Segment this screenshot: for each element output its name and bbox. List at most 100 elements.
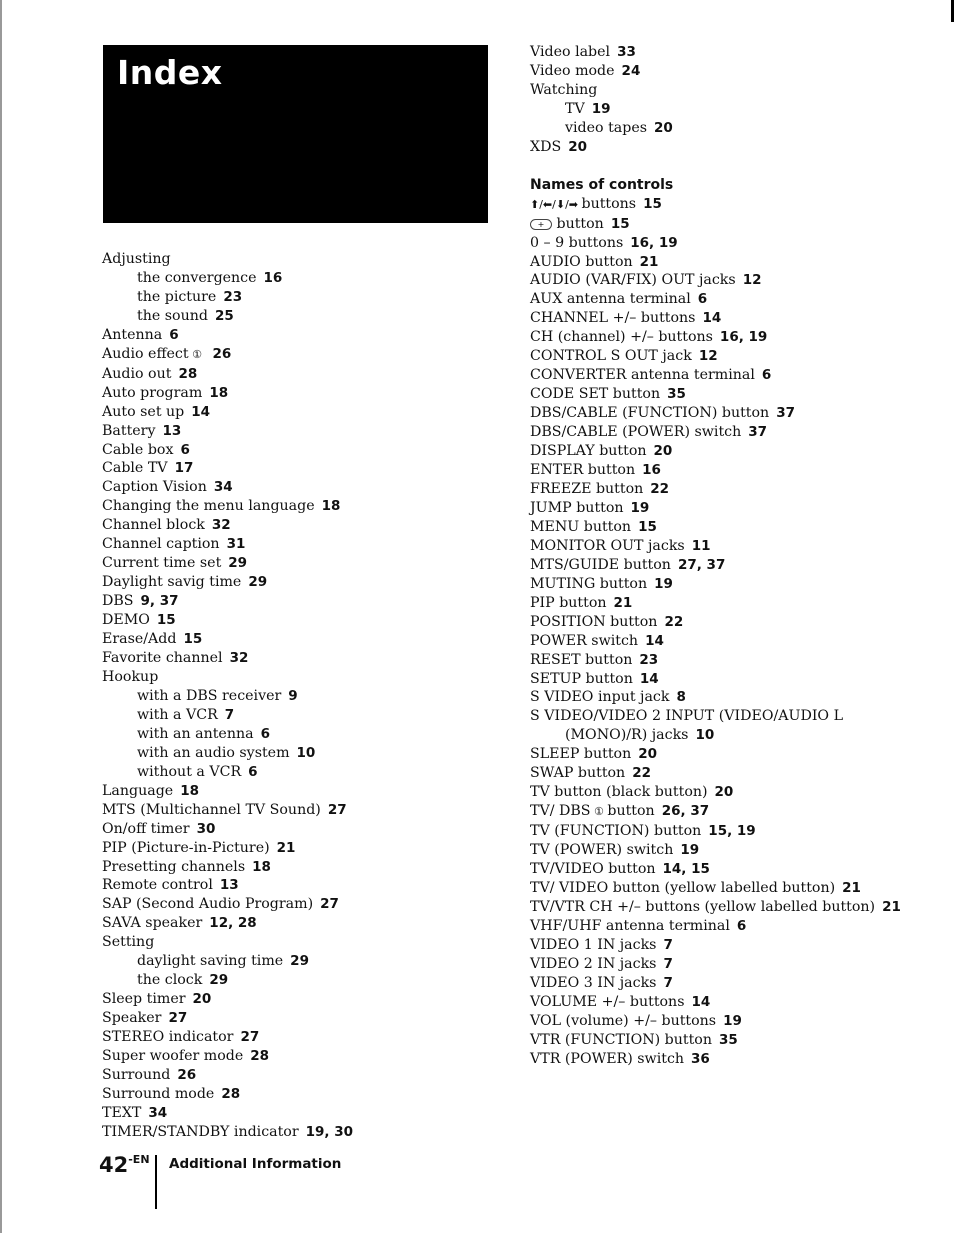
page-reference[interactable]: 15: [611, 216, 630, 232]
page-reference[interactable]: 27: [328, 802, 347, 818]
page-reference[interactable]: 6: [248, 764, 257, 780]
page-reference[interactable]: 21: [640, 254, 659, 270]
page-reference[interactable]: 33: [617, 44, 636, 60]
index-term: daylight saving time: [137, 953, 284, 970]
page-reference[interactable]: 19: [654, 576, 673, 592]
page-reference[interactable]: 7: [225, 707, 234, 723]
page-reference[interactable]: 21: [614, 595, 633, 611]
page-reference[interactable]: 20: [715, 784, 734, 800]
page-reference[interactable]: 7: [663, 956, 672, 972]
page-reference[interactable]: 6: [261, 726, 270, 742]
page-reference[interactable]: 14: [640, 671, 659, 687]
page-reference[interactable]: 23: [223, 289, 242, 305]
page-reference[interactable]: 13: [220, 877, 239, 893]
page-reference[interactable]: 19: [723, 1013, 742, 1029]
page-reference[interactable]: 27: [240, 1029, 259, 1045]
page-reference[interactable]: 34: [214, 479, 233, 495]
page-reference[interactable]: 21: [882, 899, 901, 915]
page-reference[interactable]: 32: [212, 517, 231, 533]
page-reference[interactable]: 15, 19: [708, 823, 755, 839]
page-reference[interactable]: 19: [631, 500, 650, 516]
page-reference[interactable]: 29: [248, 574, 267, 590]
page-reference[interactable]: 31: [227, 536, 246, 552]
page-reference[interactable]: 19: [592, 101, 611, 117]
page-reference[interactable]: 18: [322, 498, 341, 514]
index-term: Channel caption: [102, 536, 220, 553]
page-reference[interactable]: 20: [654, 443, 673, 459]
page-reference[interactable]: 7: [663, 937, 672, 953]
page-reference[interactable]: 20: [638, 746, 657, 762]
page-reference[interactable]: 26: [177, 1067, 196, 1083]
page-reference[interactable]: 27: [320, 896, 339, 912]
page-reference[interactable]: 6: [762, 367, 771, 383]
page-reference[interactable]: 12: [699, 348, 718, 364]
page-reference[interactable]: 15: [643, 196, 662, 212]
page-reference[interactable]: 16, 19: [630, 235, 677, 251]
page-reference[interactable]: 22: [664, 614, 683, 630]
page-reference[interactable]: 19, 30: [306, 1124, 353, 1140]
page-reference[interactable]: 6: [169, 327, 178, 343]
page-reference[interactable]: 27, 37: [678, 557, 725, 573]
page-reference[interactable]: 32: [230, 650, 249, 666]
page-reference[interactable]: 19: [680, 842, 699, 858]
page-reference[interactable]: 6: [737, 918, 746, 934]
page-reference[interactable]: 10: [297, 745, 316, 761]
page-reference[interactable]: 25: [215, 308, 234, 324]
page-reference[interactable]: 28: [178, 366, 197, 382]
page-reference[interactable]: 8: [676, 689, 685, 705]
page-reference[interactable]: 20: [654, 120, 673, 136]
page-reference[interactable]: 9: [288, 688, 297, 704]
page-reference[interactable]: 22: [650, 481, 669, 497]
index-entry: Video mode 24: [530, 62, 950, 81]
page-reference[interactable]: 20: [568, 139, 587, 155]
page-reference[interactable]: 28: [250, 1048, 269, 1064]
page-reference[interactable]: 21: [842, 880, 861, 896]
page-reference[interactable]: 23: [639, 652, 658, 668]
page-reference[interactable]: 22: [632, 765, 651, 781]
page-reference[interactable]: 15: [183, 631, 202, 647]
page-reference[interactable]: 15: [638, 519, 657, 535]
page-reference[interactable]: 28: [221, 1086, 240, 1102]
page-reference[interactable]: 34: [148, 1105, 167, 1121]
page-reference[interactable]: 29: [209, 972, 228, 988]
page-reference[interactable]: 35: [667, 386, 686, 402]
page-reference[interactable]: 12: [743, 272, 762, 288]
page-reference[interactable]: 35: [719, 1032, 738, 1048]
page-reference[interactable]: 9, 37: [141, 593, 179, 609]
page-reference[interactable]: 21: [277, 840, 296, 856]
page-reference[interactable]: 16: [264, 270, 283, 286]
page-reference[interactable]: 26: [212, 346, 231, 362]
page-reference[interactable]: 14, 15: [663, 861, 710, 877]
index-entry: DBS/CABLE (POWER) switch 37: [530, 423, 950, 442]
page-reference[interactable]: 14: [645, 633, 664, 649]
page-reference[interactable]: 18: [180, 783, 199, 799]
page-reference[interactable]: 14: [191, 404, 210, 420]
page-reference[interactable]: 26, 37: [662, 803, 709, 819]
page-reference[interactable]: 14: [702, 310, 721, 326]
page-reference[interactable]: 27: [168, 1010, 187, 1026]
page-reference[interactable]: 18: [209, 385, 228, 401]
page-reference[interactable]: 12, 28: [209, 915, 256, 931]
page-reference[interactable]: 7: [663, 975, 672, 991]
page-reference[interactable]: 16: [642, 462, 661, 478]
page-reference[interactable]: 13: [162, 423, 181, 439]
page-reference[interactable]: 37: [776, 405, 795, 421]
page-reference[interactable]: 29: [290, 953, 309, 969]
page-reference[interactable]: 37: [748, 424, 767, 440]
page-reference[interactable]: 24: [622, 63, 641, 79]
index-term: CONTROL S OUT jack: [530, 348, 692, 365]
page-reference[interactable]: 15: [157, 612, 176, 628]
page-reference[interactable]: 16, 19: [720, 329, 767, 345]
index-term: Video mode: [530, 62, 615, 79]
page-reference[interactable]: 18: [252, 859, 271, 875]
page-reference[interactable]: 30: [197, 821, 216, 837]
page-reference[interactable]: 6: [180, 442, 189, 458]
page-reference[interactable]: 36: [691, 1051, 710, 1067]
page-reference[interactable]: 14: [691, 994, 710, 1010]
page-reference[interactable]: 29: [228, 555, 247, 571]
page-reference[interactable]: 20: [193, 991, 212, 1007]
page-reference[interactable]: 17: [175, 460, 194, 476]
page-reference[interactable]: 11: [692, 538, 711, 554]
page-reference[interactable]: 10: [695, 727, 714, 743]
page-reference[interactable]: 6: [698, 291, 707, 307]
